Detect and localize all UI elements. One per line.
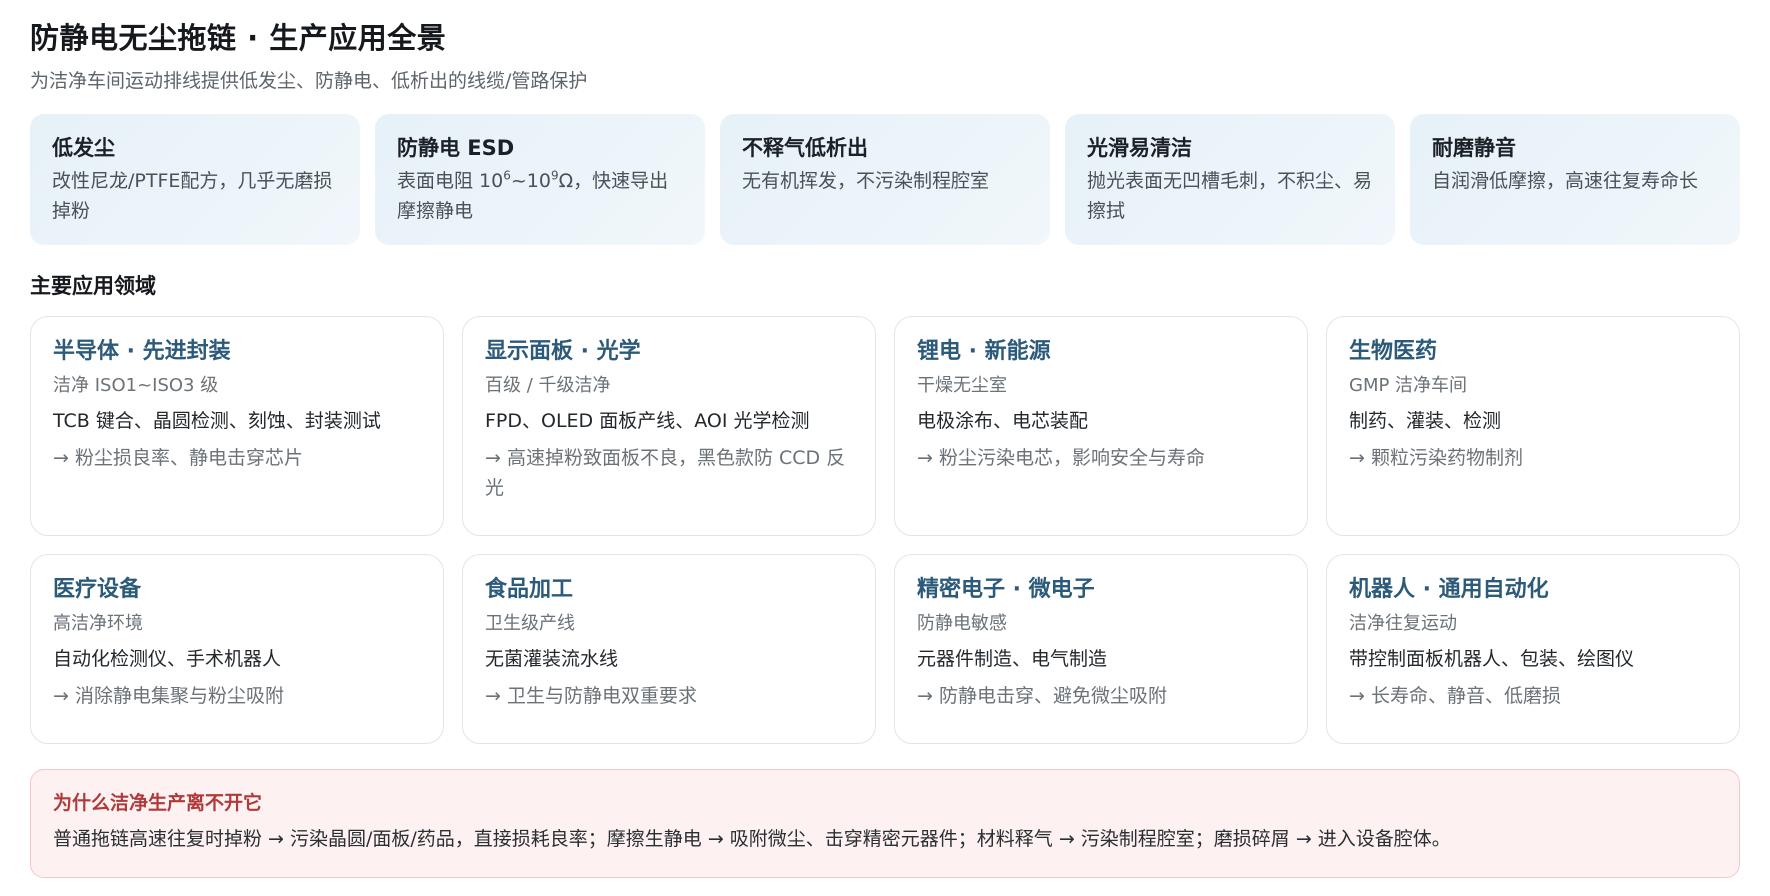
feature-card-low-outgassing: 不释气低析出 无有机挥发，不污染制程腔室 <box>720 114 1050 245</box>
card-body: 制药、灌装、检测 <box>1349 410 1502 432</box>
card-body: 元器件制造、电气制造 <box>917 648 1108 670</box>
card-body: 电极涂布、电芯装配 <box>917 410 1089 432</box>
feature-desc: 抛光表面无凹槽毛刺，不积尘、易擦拭 <box>1087 170 1373 222</box>
feature-title: 防静电 ESD <box>397 136 515 160</box>
card-subtitle: 高洁净环境 <box>53 613 143 634</box>
page-title: 防静电无尘拖链 · 生产应用全景 <box>30 21 447 55</box>
feature-desc-prefix: 表面电阻 10 <box>397 170 504 192</box>
feature-desc: 自润滑低摩擦，高速往复寿命长 <box>1432 170 1699 192</box>
card-subtitle: GMP 洁净车间 <box>1349 375 1468 396</box>
card-body: TCB 键合、晶圆检测、刻蚀、封装测试 <box>53 410 381 432</box>
feature-card-easy-clean: 光滑易清洁 抛光表面无凹槽毛刺，不积尘、易擦拭 <box>1065 114 1395 245</box>
why-callout: 为什么洁净生产离不开它 普通拖链高速往复时掉粉 → 污染晶圆/面板/药品，直接损… <box>30 769 1740 878</box>
callout-text: 普通拖链高速往复时掉粉 → 污染晶圆/面板/药品，直接损耗良率；摩擦生静电 → … <box>53 828 1451 850</box>
application-card-semiconductor: 半导体 · 先进封装 洁净 ISO1~ISO3 级 TCB 键合、晶圆检测、刻蚀… <box>30 316 444 536</box>
card-title: 食品加工 <box>485 577 574 602</box>
card-title: 机器人 · 通用自动化 <box>1349 577 1549 602</box>
card-subtitle: 百级 / 千级洁净 <box>485 375 611 396</box>
callout-title: 为什么洁净生产离不开它 <box>53 792 263 814</box>
card-subtitle: 卫生级产线 <box>485 613 575 634</box>
feature-title: 耐磨静音 <box>1432 136 1516 160</box>
page-subtitle: 为洁净车间运动排线提供低发尘、防静电、低析出的线缆/管路保护 <box>30 70 588 92</box>
card-body: 自动化检测仪、手术机器人 <box>53 648 282 670</box>
card-subtitle: 防静电敏感 <box>917 613 1007 634</box>
application-card-display: 显示面板 · 光学 百级 / 千级洁净 FPD、OLED 面板产线、AOI 光学… <box>462 316 876 536</box>
application-card-microelectronics: 精密电子 · 微电子 防静电敏感 元器件制造、电气制造 → 防静电击穿、避免微尘… <box>894 554 1308 744</box>
feature-desc: 改性尼龙/PTFE配方，几乎无磨损掉粉 <box>52 170 333 222</box>
card-title: 半导体 · 先进封装 <box>53 339 231 364</box>
card-title: 锂电 · 新能源 <box>917 339 1051 364</box>
feature-desc-mid: ~10 <box>510 170 551 192</box>
application-grid: 半导体 · 先进封装 洁净 ISO1~ISO3 级 TCB 键合、晶圆检测、刻蚀… <box>30 316 1740 744</box>
feature-card-low-dust: 低发尘 改性尼龙/PTFE配方，几乎无磨损掉粉 <box>30 114 360 245</box>
feature-title: 低发尘 <box>52 136 115 160</box>
feature-desc: 表面电阻 106~109Ω，快速导出摩擦静电 <box>397 166 683 226</box>
application-card-lithium: 锂电 · 新能源 干燥无尘室 电极涂布、电芯装配 → 粉尘污染电芯，影响安全与寿… <box>894 316 1308 536</box>
card-note: → 粉尘污染电芯，影响安全与寿命 <box>917 447 1205 469</box>
application-card-biopharma: 生物医药 GMP 洁净车间 制药、灌装、检测 → 颗粒污染药物制剂 <box>1326 316 1740 536</box>
card-note: → 防静电击穿、避免微尘吸附 <box>917 685 1167 707</box>
feature-title: 不释气低析出 <box>742 136 868 160</box>
card-note: → 高速掉粉致面板不良，黑色款防 CCD 反光 <box>485 447 846 499</box>
feature-card-wear-resistant: 耐磨静音 自润滑低摩擦，高速往复寿命长 <box>1410 114 1740 245</box>
card-title: 医疗设备 <box>53 577 142 602</box>
card-note: → 消除静电集聚与粉尘吸附 <box>53 685 284 707</box>
card-subtitle: 干燥无尘室 <box>917 375 1007 396</box>
card-title: 显示面板 · 光学 <box>485 339 641 364</box>
card-note: → 粉尘损良率、静电击穿芯片 <box>53 447 303 469</box>
card-subtitle: 洁净 ISO1~ISO3 级 <box>53 375 219 396</box>
feature-card-esd: 防静电 ESD 表面电阻 106~109Ω，快速导出摩擦静电 <box>375 114 705 245</box>
resistance-exponent-low: 6 <box>503 168 511 183</box>
resistance-exponent-high: 9 <box>550 168 559 183</box>
card-note: → 长寿命、静音、低磨损 <box>1349 685 1561 707</box>
card-note: → 颗粒污染药物制剂 <box>1349 447 1523 469</box>
application-card-medical: 医疗设备 高洁净环境 自动化检测仪、手术机器人 → 消除静电集聚与粉尘吸附 <box>30 554 444 744</box>
section-heading: 主要应用领域 <box>30 274 156 298</box>
card-body: FPD、OLED 面板产线、AOI 光学检测 <box>485 410 810 432</box>
card-title: 精密电子 · 微电子 <box>917 577 1095 602</box>
feature-strip: 低发尘 改性尼龙/PTFE配方，几乎无磨损掉粉 防静电 ESD 表面电阻 106… <box>30 114 1740 245</box>
card-title: 生物医药 <box>1349 339 1438 364</box>
application-card-food: 食品加工 卫生级产线 无菌灌装流水线 → 卫生与防静电双重要求 <box>462 554 876 744</box>
card-body: 无菌灌装流水线 <box>485 648 619 670</box>
card-subtitle: 洁净往复运动 <box>1349 613 1457 634</box>
feature-desc: 无有机挥发，不污染制程腔室 <box>742 170 990 192</box>
application-card-robotics: 机器人 · 通用自动化 洁净往复运动 带控制面板机器人、包装、绘图仪 → 长寿命… <box>1326 554 1740 744</box>
feature-title: 光滑易清洁 <box>1087 136 1192 160</box>
card-note: → 卫生与防静电双重要求 <box>485 685 697 707</box>
card-body: 带控制面板机器人、包装、绘图仪 <box>1349 648 1635 670</box>
